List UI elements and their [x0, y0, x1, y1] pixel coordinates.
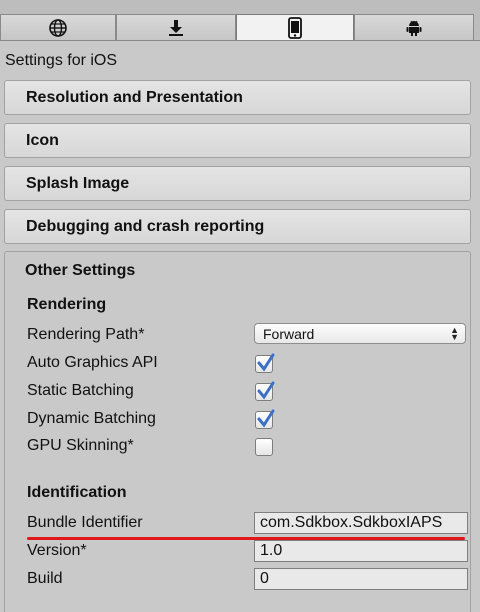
settings-title: Settings for iOS	[5, 52, 118, 69]
auto-graphics-api-label: Auto Graphics API	[27, 354, 158, 371]
globe-icon	[49, 18, 67, 37]
player-settings-panel: Settings for iOS Resolution and Presenta…	[0, 40, 480, 612]
tab-android[interactable]	[354, 14, 474, 40]
other-settings-header[interactable]: Other Settings	[25, 262, 135, 280]
gpu-skinning-label: GPU Skinning*	[27, 437, 134, 454]
phone-icon	[288, 16, 302, 39]
build-field[interactable]: 0	[254, 568, 468, 590]
section-splash-image[interactable]: Splash Image	[4, 166, 471, 201]
android-icon	[406, 20, 422, 36]
checkmark-icon	[257, 381, 275, 400]
section-debugging[interactable]: Debugging and crash reporting	[4, 209, 471, 244]
bundle-identifier-field[interactable]: com.Sdkbox.SdkboxIAPS	[254, 512, 468, 534]
bundle-identifier-label: Bundle Identifier	[27, 514, 143, 531]
dynamic-batching-checkbox[interactable]	[255, 409, 275, 429]
checkmark-icon	[257, 409, 275, 428]
identification-group-title: Identification	[27, 484, 127, 501]
section-icon[interactable]: Icon	[4, 123, 471, 158]
version-label: Version*	[27, 542, 87, 559]
download-icon	[169, 19, 183, 36]
rendering-group-title: Rendering	[27, 296, 107, 313]
tab-webplayer[interactable]	[116, 14, 236, 40]
checkmark-icon	[257, 353, 275, 372]
version-field[interactable]: 1.0	[254, 540, 468, 562]
rendering-path-dropdown[interactable]: Forward ▲ ▼	[254, 323, 466, 344]
auto-graphics-api-checkbox[interactable]	[255, 353, 275, 373]
rendering-path-value: Forward	[263, 325, 315, 342]
static-batching-label: Static Batching	[27, 382, 134, 399]
dynamic-batching-label: Dynamic Batching	[27, 410, 156, 427]
build-label: Build	[27, 570, 63, 587]
updown-arrows-icon: ▲ ▼	[450, 325, 459, 342]
static-batching-checkbox[interactable]	[255, 381, 275, 401]
tab-standalone[interactable]	[0, 14, 116, 40]
rendering-path-label: Rendering Path*	[27, 326, 145, 343]
gpu-skinning-checkbox[interactable]	[255, 438, 273, 456]
section-other-settings: Other Settings Rendering Rendering Path*…	[4, 251, 471, 612]
platform-tab-strip	[0, 0, 480, 40]
tab-ios[interactable]	[236, 14, 354, 40]
section-resolution-presentation[interactable]: Resolution and Presentation	[4, 80, 471, 115]
